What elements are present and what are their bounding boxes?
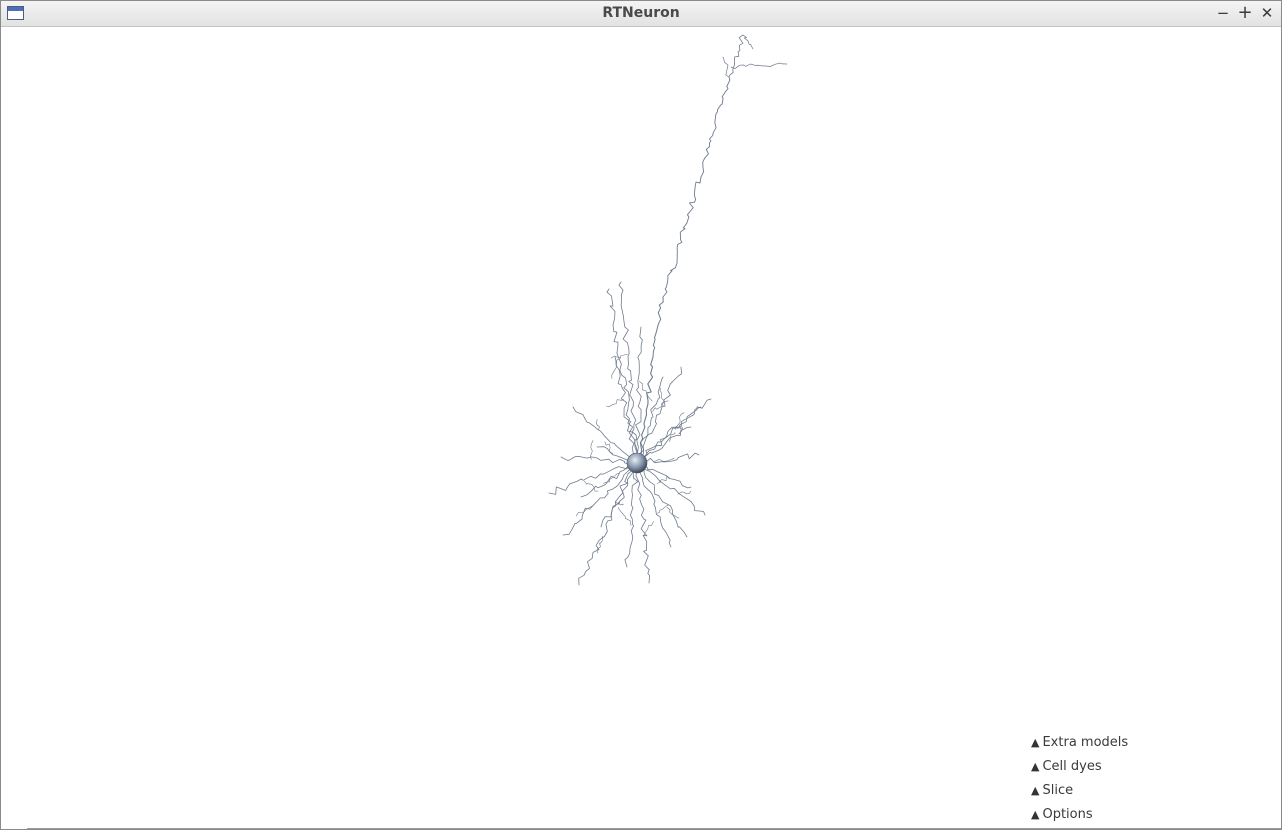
dendrite-branch [575,505,593,517]
dendrite-branch [662,176,702,298]
neuron-render [548,34,788,586]
rtneuron-window: RTNeuron − + ✕ ▲ Extra models ▲ Cell dyes [0,0,1282,830]
status-divider [27,828,1281,829]
dendrite-branch [636,366,682,464]
close-button[interactable]: ✕ [1257,3,1277,23]
panel-label: Options [1042,807,1093,822]
dendrite-branch [618,507,632,526]
maximize-button[interactable]: + [1235,3,1255,23]
dendrite-branch [722,56,730,78]
dendrite-branch [652,400,669,412]
side-panels: ▲ Extra models ▲ Cell dyes ▲ Slice ▲ Options [1031,735,1128,829]
dendrite-branch [666,507,680,519]
dendrite-branch [657,505,669,514]
dendrite-branch [610,354,628,359]
triangle-up-icon: ▲ [1031,808,1040,821]
dendrite-branch [572,406,638,464]
dendrite-branch [560,456,638,466]
dendrite-branch [606,399,625,408]
dendrite-branch [634,326,643,464]
dendrite-branch [624,462,639,568]
dendrite-branch [595,419,600,430]
dendrite-branch [700,76,731,178]
cell-dyes-toggle[interactable]: ▲ Cell dyes [1031,759,1128,783]
panel-label: Extra models [1042,735,1129,750]
panel-label: Cell dyes [1042,759,1102,774]
3d-viewport[interactable]: ▲ Extra models ▲ Cell dyes ▲ Slice ▲ Options [1,27,1281,829]
neuron-soma [626,452,648,474]
dendrite-branch [614,356,638,464]
dendrite-branch [618,281,639,464]
triangle-up-icon: ▲ [1031,784,1040,797]
dendrite-branch [643,521,654,536]
neuron-dendrites [548,34,788,586]
triangle-up-icon: ▲ [1031,760,1040,773]
title-bar[interactable]: RTNeuron − + ✕ [1,1,1281,27]
panel-label: Slice [1042,783,1074,798]
window-title: RTNeuron [602,5,680,21]
minimize-button[interactable]: − [1213,3,1233,23]
slice-toggle[interactable]: ▲ Slice [1031,783,1128,807]
dendrite-branch [742,34,754,50]
dendrite-branch [730,62,788,70]
extra-models-toggle[interactable]: ▲ Extra models [1031,735,1128,759]
dendrite-branch [652,296,664,358]
triangle-up-icon: ▲ [1031,736,1040,749]
options-toggle[interactable]: ▲ Options [1031,807,1128,829]
dendrite-branch [728,34,744,78]
